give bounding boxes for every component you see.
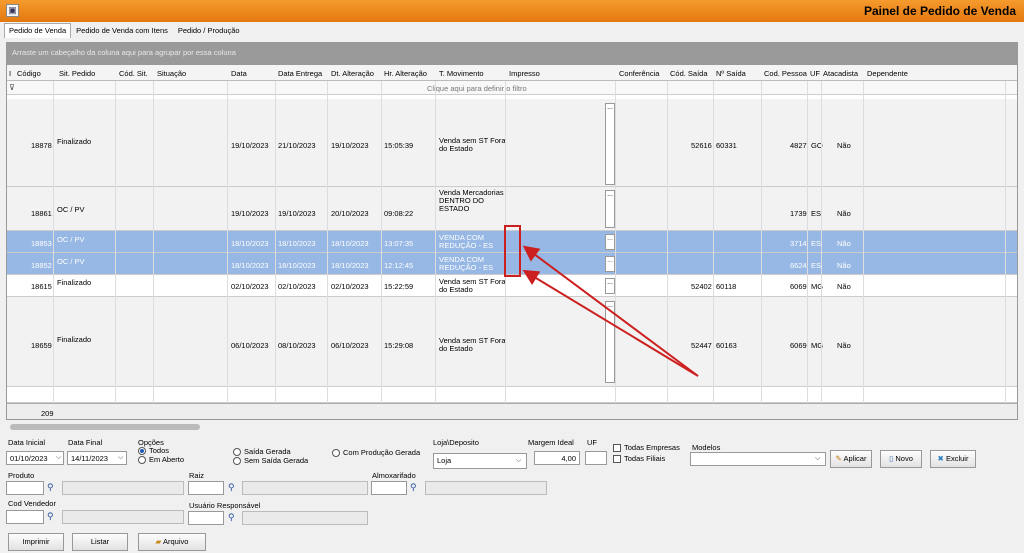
radio-producao-gerada-label: Com Produção Gerada [343, 448, 421, 457]
binoculars-icon[interactable]: ⚲ [47, 482, 54, 493]
almoxarifado-code-field[interactable] [371, 481, 407, 495]
excluir-button[interactable]: ✖ Excluir [930, 450, 976, 468]
usuario-responsavel-label: Usuário Responsável [189, 501, 261, 510]
imprimir-button[interactable]: Imprimir [8, 533, 64, 551]
uf-label: UF [587, 438, 597, 447]
vendedor-code-field[interactable] [6, 510, 44, 524]
data-final-label: Data Final [68, 438, 103, 447]
modelos-label: Modelos [692, 443, 721, 452]
radio-todos[interactable] [138, 447, 146, 455]
pencil-icon: ✎ [835, 454, 842, 463]
radio-sem-saida-label: Sem Saída Gerada [244, 456, 309, 465]
aplicar-button[interactable]: ✎ Aplicar [830, 450, 872, 468]
radio-em-aberto-label: Em Aberto [149, 455, 185, 464]
binoculars-icon[interactable]: ⚲ [410, 482, 417, 493]
binoculars-icon[interactable]: ⚲ [228, 482, 235, 493]
binoculars-icon[interactable]: ⚲ [228, 512, 235, 523]
delete-icon: ✖ [937, 454, 944, 463]
margem-ideal-field[interactable]: 4,00 [534, 451, 580, 465]
almoxarifado-description-field [425, 481, 547, 495]
vendedor-description-field [62, 510, 184, 524]
todas-filiais-label: Todas Filiais [624, 454, 666, 463]
chevron-down-icon[interactable]: ⌵ [118, 454, 123, 462]
modelos-select[interactable] [690, 452, 826, 466]
usuario-description-field [242, 511, 368, 525]
aplicar-label: Aplicar [843, 454, 867, 463]
usuario-code-field[interactable] [188, 511, 224, 525]
radio-saida-gerada[interactable] [233, 448, 241, 456]
raiz-label: Raiz [189, 471, 205, 480]
produto-label: Produto [8, 471, 35, 480]
checkbox-todas-empresas[interactable] [613, 444, 621, 452]
radio-producao-gerada[interactable] [332, 449, 340, 457]
margem-ideal-label: Margem Ideal [528, 438, 574, 447]
arquivo-label: Arquivo [163, 537, 189, 546]
checkbox-todas-filiais[interactable] [613, 455, 621, 463]
binoculars-icon[interactable]: ⚲ [47, 511, 54, 522]
loja-deposito-label: Loja\Deposito [433, 438, 479, 447]
annotation-arrow [522, 245, 699, 377]
annotation-overlay [504, 225, 699, 377]
listar-button[interactable]: Listar [72, 533, 128, 551]
annotation-box [504, 225, 521, 277]
cod-vendedor-label: Cod Vendedor [8, 499, 56, 508]
arquivo-button[interactable]: ▰ Arquivo [138, 533, 206, 551]
produto-code-field[interactable] [6, 481, 44, 495]
excluir-label: Excluir [945, 454, 969, 463]
loja-deposito-select[interactable]: Loja [433, 453, 527, 469]
todas-empresas-label: Todas Empresas [624, 443, 680, 452]
chevron-down-icon[interactable]: ⌵ [815, 455, 820, 463]
radio-sem-saida[interactable] [233, 457, 241, 465]
uf-field[interactable] [585, 451, 607, 465]
produto-description-field [62, 481, 184, 495]
folder-icon: ▰ [155, 537, 162, 546]
annotation-arrow [522, 269, 699, 377]
chevron-down-icon[interactable]: ⌵ [516, 457, 521, 465]
chevron-down-icon[interactable]: ⌵ [56, 454, 61, 462]
radio-todos-label: Todos [149, 446, 170, 455]
novo-label: Novo [895, 454, 913, 463]
raiz-description-field [242, 481, 368, 495]
radio-em-aberto[interactable] [138, 456, 146, 464]
raiz-code-field[interactable] [188, 481, 224, 495]
data-inicial-label: Data Inicial [8, 438, 46, 447]
document-icon: ▯ [889, 454, 894, 463]
radio-saida-gerada-label: Saída Gerada [244, 447, 291, 456]
novo-button[interactable]: ▯ Novo [880, 450, 922, 468]
almoxarifado-label: Almoxarifado [372, 471, 416, 480]
